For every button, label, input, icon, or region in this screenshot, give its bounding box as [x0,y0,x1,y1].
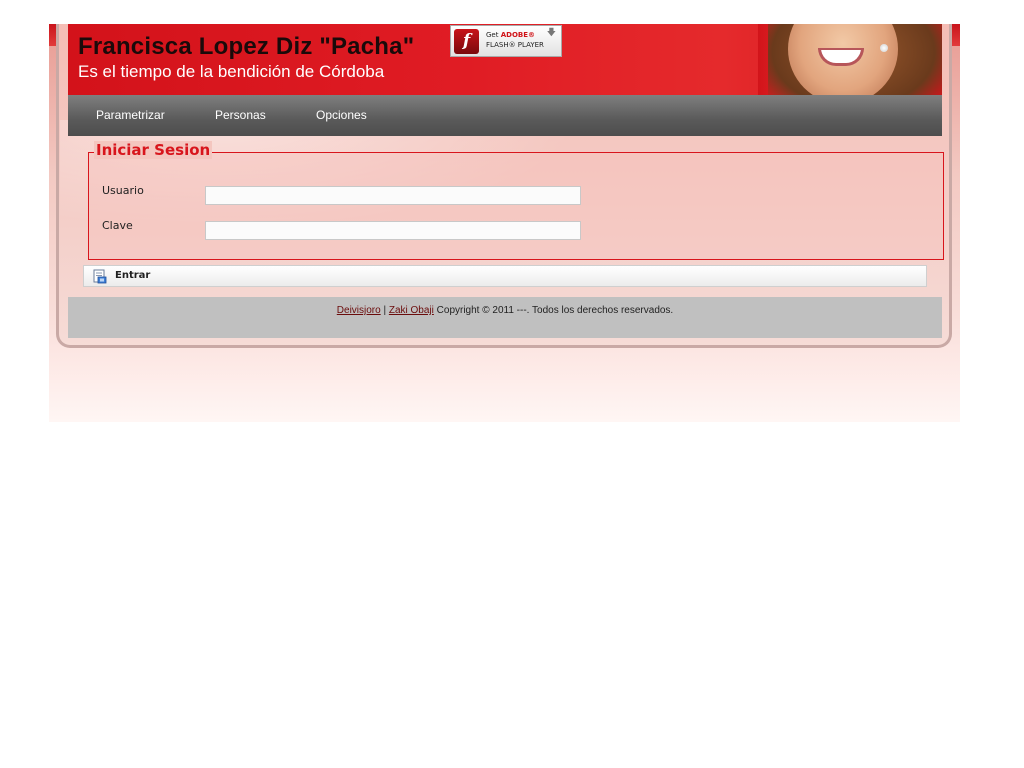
portrait-earring [880,44,888,52]
flash-player-text: FLASH® PLAYER [486,41,544,49]
flash-badge-line1: Get ADOBE® [486,31,535,39]
flash-icon: f [454,29,479,54]
nav-item-parametrizar[interactable]: Parametrizar [96,95,165,136]
footer-text: Deivisjoro | Zaki Obaji Copyright © 2011… [68,305,942,316]
download-arrow-icon: 🡇 [546,27,556,37]
login-submit-label: Entrar [115,270,151,281]
nav-item-personas[interactable]: Personas [215,95,266,136]
main-nav: Parametrizar Personas Opciones [68,95,942,136]
password-label: Clave [102,219,133,232]
login-submit-button[interactable]: Entrar [83,265,927,287]
username-label: Usuario [102,184,144,197]
footer-link-deivisjoro[interactable]: Deivisjoro [337,305,381,316]
footer-link-zaki-obaji[interactable]: Zaki Obaji [389,305,434,316]
nav-item-opciones[interactable]: Opciones [316,95,367,136]
site-title: Francisca Lopez Diz "Pacha" [78,33,415,60]
flash-adobe-text: ADOBE® [500,31,536,39]
password-input[interactable] [205,221,581,240]
get-flash-player-badge[interactable]: f Get ADOBE® FLASH® PLAYER 🡇 [450,25,562,57]
login-fieldset [88,152,944,260]
login-legend: Iniciar Sesion [94,141,213,159]
site-subtitle: Es el tiempo de la bendición de Córdoba [78,62,385,81]
username-input[interactable] [205,186,581,205]
flash-get-text: Get [486,31,499,39]
header-portrait-photo [758,24,942,95]
site-footer: Deivisjoro | Zaki Obaji Copyright © 2011… [68,297,942,338]
footer-copyright: Copyright © 2011 ---. Todos los derechos… [436,305,674,316]
login-icon [93,269,107,284]
footer-separator: | [383,305,387,316]
